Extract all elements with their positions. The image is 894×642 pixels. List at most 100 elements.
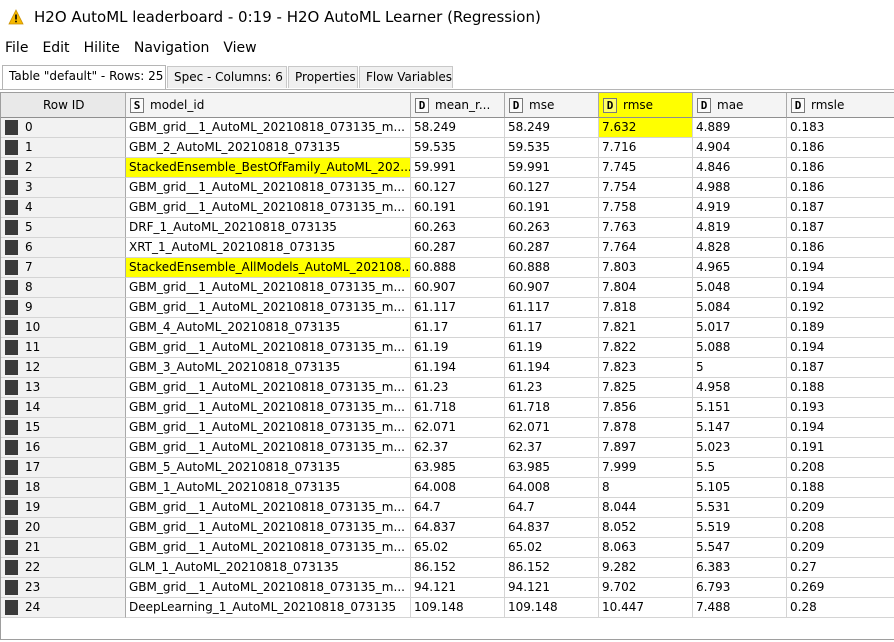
table-row[interactable]: 5 DRF_1_AutoML_20210818_073135 60.263 60.26… [1,218,894,238]
model-id-cell[interactable]: StackedEnsemble_AllModels_AutoML_202108.… [126,258,411,278]
table-row[interactable]: 17 GBM_5_AutoML_20210818_073135 63.985 63.9… [1,458,894,478]
mean-residual-deviance-cell[interactable]: 60.888 [411,258,505,278]
mae-cell[interactable]: 5.023 [693,438,787,458]
mse-cell[interactable]: 64.008 [505,478,599,498]
mean-residual-deviance-cell[interactable]: 61.718 [411,398,505,418]
mean-residual-deviance-cell[interactable]: 58.249 [411,118,505,138]
rmse-cell[interactable]: 8.044 [599,498,693,518]
model-id-cell[interactable]: GBM_grid__1_AutoML_20210818_073135_m... [126,118,411,138]
model-id-cell[interactable]: XRT_1_AutoML_20210818_073135 [126,238,411,258]
rmsle-cell[interactable]: 0.194 [787,258,894,278]
mse-cell[interactable]: 62.37 [505,438,599,458]
mse-cell[interactable]: 60.287 [505,238,599,258]
tab-spec[interactable]: Spec - Columns: 6 [167,66,287,88]
table-row[interactable]: 21 GBM_grid__1_AutoML_20210818_073135_m..… [1,538,894,558]
table-row[interactable]: 16 GBM_grid__1_AutoML_20210818_073135_m..… [1,438,894,458]
rmsle-cell[interactable]: 0.209 [787,498,894,518]
row-id-cell[interactable]: 13 [1,378,126,398]
rmsle-cell[interactable]: 0.28 [787,598,894,618]
mae-cell[interactable]: 5.5 [693,458,787,478]
row-id-cell[interactable]: 0 [1,118,126,138]
menu-navigation[interactable]: Navigation [129,40,216,56]
mean-residual-deviance-cell[interactable]: 60.191 [411,198,505,218]
header-mse[interactable]: D mse [505,93,599,118]
mse-cell[interactable]: 61.23 [505,378,599,398]
rmse-cell[interactable]: 7.803 [599,258,693,278]
row-id-cell[interactable]: 19 [1,498,126,518]
tab-table[interactable]: Table "default" - Rows: 25 [2,65,166,89]
mae-cell[interactable]: 4.919 [693,198,787,218]
table-row[interactable]: 15 GBM_grid__1_AutoML_20210818_073135_m..… [1,418,894,438]
rmse-cell[interactable]: 7.745 [599,158,693,178]
mse-cell[interactable]: 62.071 [505,418,599,438]
rmse-cell[interactable]: 7.821 [599,318,693,338]
rmsle-cell[interactable]: 0.187 [787,358,894,378]
table-row[interactable]: 9 GBM_grid__1_AutoML_20210818_073135_m...… [1,298,894,318]
header-row-id[interactable]: Row ID [1,93,126,118]
mean-residual-deviance-cell[interactable]: 59.535 [411,138,505,158]
rmse-cell[interactable]: 8.063 [599,538,693,558]
mean-residual-deviance-cell[interactable]: 61.19 [411,338,505,358]
rmsle-cell[interactable]: 0.191 [787,438,894,458]
table-row[interactable]: 22 GLM_1_AutoML_20210818_073135 86.152 86.1… [1,558,894,578]
rmse-cell[interactable]: 7.763 [599,218,693,238]
mae-cell[interactable]: 4.988 [693,178,787,198]
row-id-cell[interactable]: 2 [1,158,126,178]
model-id-cell[interactable]: GBM_grid__1_AutoML_20210818_073135_m... [126,498,411,518]
model-id-cell[interactable]: GBM_grid__1_AutoML_20210818_073135_m... [126,398,411,418]
rmse-cell[interactable]: 9.702 [599,578,693,598]
model-id-cell[interactable]: GBM_4_AutoML_20210818_073135 [126,318,411,338]
table-row[interactable]: 11 GBM_grid__1_AutoML_20210818_073135_m..… [1,338,894,358]
rmsle-cell[interactable]: 0.194 [787,278,894,298]
header-rmse[interactable]: D rmse [599,93,693,118]
mse-cell[interactable]: 59.991 [505,158,599,178]
mse-cell[interactable]: 61.117 [505,298,599,318]
rmsle-cell[interactable]: 0.186 [787,138,894,158]
rmse-cell[interactable]: 7.754 [599,178,693,198]
model-id-cell[interactable]: GBM_grid__1_AutoML_20210818_073135_m... [126,198,411,218]
mse-cell[interactable]: 60.888 [505,258,599,278]
row-id-cell[interactable]: 11 [1,338,126,358]
mse-cell[interactable]: 109.148 [505,598,599,618]
row-id-cell[interactable]: 16 [1,438,126,458]
model-id-cell[interactable]: GBM_grid__1_AutoML_20210818_073135_m... [126,378,411,398]
mae-cell[interactable]: 4.828 [693,238,787,258]
row-id-cell[interactable]: 4 [1,198,126,218]
model-id-cell[interactable]: GBM_grid__1_AutoML_20210818_073135_m... [126,278,411,298]
mae-cell[interactable]: 4.965 [693,258,787,278]
mae-cell[interactable]: 5.105 [693,478,787,498]
table-row[interactable]: 3 GBM_grid__1_AutoML_20210818_073135_m...… [1,178,894,198]
rmse-cell[interactable]: 7.878 [599,418,693,438]
model-id-cell[interactable]: GLM_1_AutoML_20210818_073135 [126,558,411,578]
rmse-cell[interactable]: 7.818 [599,298,693,318]
table-row[interactable]: 13 GBM_grid__1_AutoML_20210818_073135_m..… [1,378,894,398]
mean-residual-deviance-cell[interactable]: 61.17 [411,318,505,338]
row-id-cell[interactable]: 10 [1,318,126,338]
model-id-cell[interactable]: GBM_3_AutoML_20210818_073135 [126,358,411,378]
model-id-cell[interactable]: GBM_grid__1_AutoML_20210818_073135_m... [126,578,411,598]
rmsle-cell[interactable]: 0.187 [787,198,894,218]
mean-residual-deviance-cell[interactable]: 61.117 [411,298,505,318]
row-id-cell[interactable]: 6 [1,238,126,258]
mse-cell[interactable]: 61.17 [505,318,599,338]
row-id-cell[interactable]: 24 [1,598,126,618]
table-row[interactable]: 12 GBM_3_AutoML_20210818_073135 61.194 61.1… [1,358,894,378]
table-row[interactable]: 4 GBM_grid__1_AutoML_20210818_073135_m...… [1,198,894,218]
mae-cell[interactable]: 5.048 [693,278,787,298]
model-id-cell[interactable]: GBM_grid__1_AutoML_20210818_073135_m... [126,418,411,438]
rmse-cell[interactable]: 7.758 [599,198,693,218]
mse-cell[interactable]: 59.535 [505,138,599,158]
rmse-cell[interactable]: 8.052 [599,518,693,538]
row-id-cell[interactable]: 17 [1,458,126,478]
rmsle-cell[interactable]: 0.189 [787,318,894,338]
menu-edit[interactable]: Edit [37,40,75,56]
model-id-cell[interactable]: GBM_grid__1_AutoML_20210818_073135_m... [126,178,411,198]
table-row[interactable]: 1 GBM_2_AutoML_20210818_073135 59.535 59.53… [1,138,894,158]
rmsle-cell[interactable]: 0.186 [787,238,894,258]
rmsle-cell[interactable]: 0.193 [787,398,894,418]
header-mae[interactable]: D mae [693,93,787,118]
rmse-cell[interactable]: 7.764 [599,238,693,258]
rmsle-cell[interactable]: 0.27 [787,558,894,578]
mean-residual-deviance-cell[interactable]: 60.907 [411,278,505,298]
mean-residual-deviance-cell[interactable]: 61.194 [411,358,505,378]
